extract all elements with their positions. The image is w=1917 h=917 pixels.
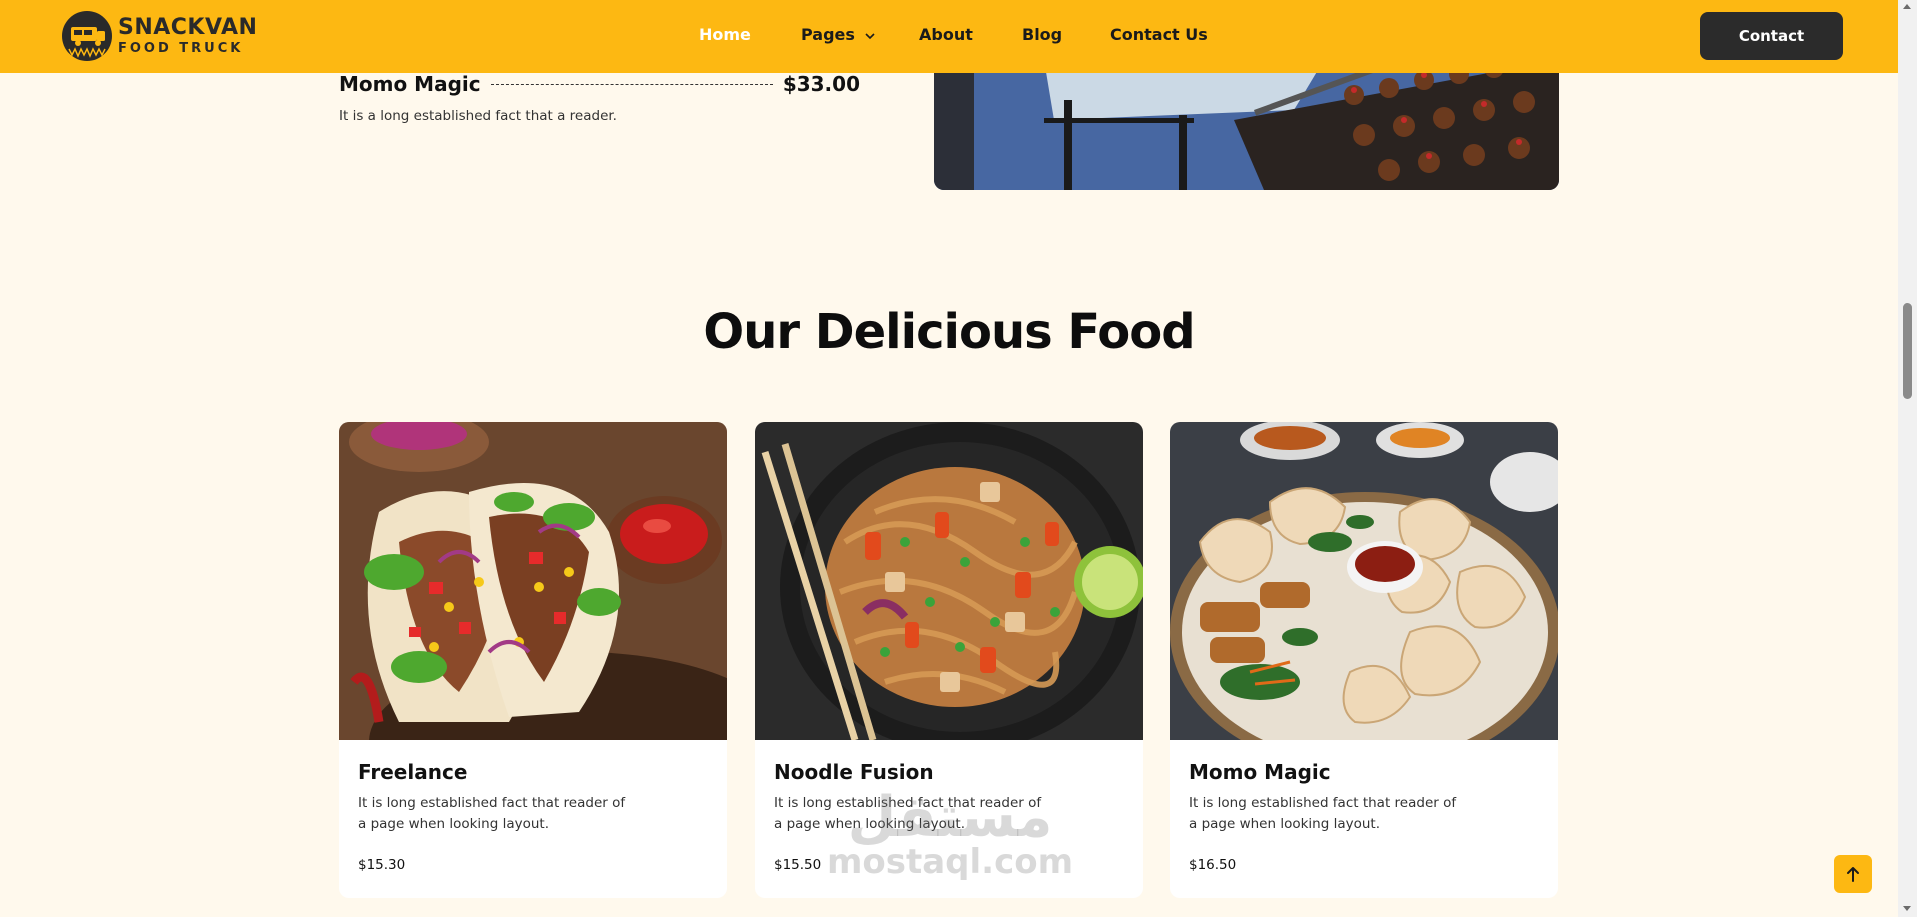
brand-tagline: FOOD TRUCK	[118, 41, 244, 56]
card-price: $15.30	[358, 857, 406, 873]
card-description: It is long established fact that reader …	[1189, 795, 1457, 832]
momos-image	[1170, 422, 1558, 740]
nav-pages-label: Pages	[801, 25, 855, 44]
food-truck-logo-icon	[62, 11, 112, 61]
buffet-photo	[934, 60, 1559, 190]
card-price: $15.50	[774, 857, 822, 873]
chevron-down-icon	[864, 32, 875, 39]
back-to-top-button[interactable]	[1834, 855, 1872, 893]
noodles-image	[755, 422, 1143, 740]
scroll-down-arrow-icon[interactable]	[1903, 906, 1911, 911]
scrollbar-thumb[interactable]	[1903, 303, 1912, 399]
dotted-leader	[490, 83, 773, 85]
card-title: Noodle Fusion	[774, 760, 934, 784]
card-title: Freelance	[358, 760, 468, 784]
site-header: SNACKVAN FOOD TRUCK Home Pages About Blo…	[0, 0, 1898, 73]
contact-button[interactable]: Contact	[1700, 12, 1843, 60]
scrollbar-track[interactable]	[1898, 0, 1917, 917]
nav-home[interactable]: Home	[699, 25, 751, 44]
nav-blog[interactable]: Blog	[1022, 25, 1062, 44]
menu-item: Momo Magic $33.00 It is a long establish…	[339, 72, 860, 124]
card-price: $16.50	[1189, 857, 1237, 873]
menu-item-price: $33.00	[782, 72, 860, 96]
brand-logo[interactable]: SNACKVAN FOOD TRUCK	[60, 9, 257, 63]
section-title: Our Delicious Food	[703, 304, 1195, 360]
menu-item-name: Momo Magic	[339, 72, 481, 96]
card-description: It is long established fact that reader …	[358, 795, 626, 832]
scroll-up-arrow-icon[interactable]	[1903, 4, 1911, 9]
nav-pages[interactable]: Pages	[801, 25, 875, 44]
food-card[interactable]: Freelance It is long established fact th…	[339, 422, 727, 898]
food-card[interactable]: Momo Magic It is long established fact t…	[1170, 422, 1558, 898]
tacos-image	[339, 422, 727, 740]
menu-item-description: It is a long established fact that a rea…	[339, 108, 617, 124]
nav-contact-us[interactable]: Contact Us	[1110, 25, 1208, 44]
arrow-up-icon	[1847, 867, 1859, 882]
nav-about[interactable]: About	[919, 25, 973, 44]
food-card[interactable]: Noodle Fusion It is long established fac…	[755, 422, 1143, 898]
brand-name: SNACKVAN	[118, 15, 258, 40]
card-description: It is long established fact that reader …	[774, 795, 1042, 832]
card-title: Momo Magic	[1189, 760, 1331, 784]
